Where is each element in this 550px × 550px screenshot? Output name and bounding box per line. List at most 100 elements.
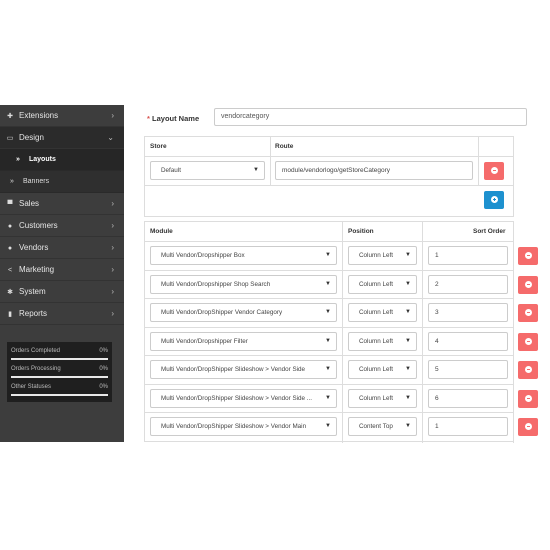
sidebar-item-label: Reports [19, 309, 48, 318]
stat-label: Orders Completed [11, 348, 61, 354]
puzzle-icon: ✚ [7, 113, 13, 120]
chevron-right-icon: › [111, 243, 114, 252]
route-input[interactable]: module/vendorlogo/getStoreCategory [275, 161, 473, 180]
minus-circle-icon [524, 366, 532, 373]
module-select-value: Multi Vendor/DropShipper Slideshow > Ven… [161, 394, 313, 402]
required-mark: * [147, 114, 150, 123]
add-route-button[interactable] [484, 191, 504, 209]
monitor-icon: ▭ [6, 135, 14, 142]
sidebar-item-design[interactable]: ▭ Design ⌄ [0, 127, 124, 149]
module-select-value: Multi Vendor/Dropshipper Box [161, 252, 245, 259]
stat-progress-bar [11, 358, 108, 360]
sidebar-subitem-layouts[interactable]: » Layouts [0, 149, 124, 171]
position-select[interactable]: Content Top ▼ [348, 417, 417, 436]
position-select-value: Column Left [359, 280, 393, 288]
sidebar-item-label: Customers [19, 221, 58, 230]
chevron-down-icon: ⌄ [107, 133, 114, 142]
sidebar-item-label: Vendors [19, 243, 49, 252]
position-select[interactable]: Column Left ▼ [348, 388, 417, 408]
remove-module-button[interactable] [518, 304, 538, 322]
module-select-value: Multi Vendor/DropShipper Slideshow > Ven… [161, 366, 306, 373]
module-select[interactable]: Multi Vendor/Dropshipper Box ▼ [150, 246, 337, 265]
caret-down-icon: ▼ [405, 394, 411, 401]
remove-module-button[interactable] [518, 332, 538, 351]
position-select-value: Column Left [359, 366, 393, 373]
stat-row: Orders Completed 0% [11, 345, 108, 363]
cart-icon: ▀ [7, 201, 13, 208]
position-select[interactable]: Column Left ▼ [348, 274, 417, 294]
sidebar-subitem-banners[interactable]: » Banners [0, 171, 124, 193]
remove-module-button[interactable] [518, 275, 538, 294]
remove-module-button[interactable] [518, 247, 538, 265]
position-select[interactable]: Column Left ▼ [348, 360, 417, 379]
module-select-value: Multi Vendor/DropShipper Slideshow > Ven… [161, 423, 307, 430]
sidebar-item-label: Design [19, 133, 44, 142]
module-select[interactable]: Multi Vendor/DropShipper Vendor Category… [150, 303, 337, 322]
caret-down-icon: ▼ [405, 309, 411, 315]
sidebar-item-marketing[interactable]: < Marketing › [0, 259, 124, 281]
sidebar-item-extensions[interactable]: ✚ Extensions › [0, 105, 124, 127]
sidebar: ✚ Extensions › ▭ Design ⌄ » Layouts » Banners ▀ Sal… [0, 105, 124, 442]
sort-order-input[interactable]: 6 [428, 388, 508, 408]
stat-row: Orders Processing 0% [11, 363, 108, 381]
minus-circle-icon [524, 337, 532, 345]
stat-label: Orders Processing [11, 366, 61, 372]
remove-route-button[interactable] [484, 162, 504, 180]
layout-name-input[interactable]: vendorcategory [214, 108, 527, 126]
stat-row: Other Statuses 0% [11, 381, 108, 399]
sort-order-input[interactable]: 1 [428, 417, 508, 436]
caret-down-icon: ▼ [325, 252, 331, 258]
sidebar-item-sales[interactable]: ▀ Sales › [0, 193, 124, 215]
sidebar-item-customers[interactable]: ● Customers › [0, 215, 124, 237]
sort-order-input[interactable]: 2 [428, 274, 508, 294]
position-select-value: Column Left [359, 337, 393, 345]
sidebar-item-system[interactable]: ✱ System › [0, 281, 124, 303]
store-select[interactable]: Default ▼ [150, 161, 265, 180]
caret-down-icon: ▼ [325, 309, 331, 315]
sort-order-input[interactable]: 4 [428, 331, 508, 351]
sort-order-header: Sort Order [473, 228, 506, 235]
module-select[interactable]: Multi Vendor/Dropshipper Shop Search ▼ [150, 274, 337, 294]
remove-module-button[interactable] [518, 418, 538, 436]
route-header: Route [275, 143, 294, 150]
position-select-value: Column Left [359, 252, 393, 259]
caret-down-icon: ▼ [253, 167, 259, 173]
chevron-right-icon: › [111, 111, 114, 120]
double-chevron-right-icon: » [16, 156, 20, 163]
store-select-value: Default [161, 167, 181, 174]
position-select[interactable]: Column Left ▼ [348, 331, 417, 351]
module-select[interactable]: Multi Vendor/DropShipper Slideshow > Ven… [150, 360, 337, 379]
sort-order-input[interactable]: 3 [428, 303, 508, 322]
module-select[interactable]: Multi Vendor/DropShipper Slideshow > Ven… [150, 417, 337, 436]
stat-percent: 0% [99, 366, 108, 372]
remove-module-button[interactable] [518, 389, 538, 408]
caret-down-icon: ▼ [405, 252, 411, 258]
stat-progress-bar [11, 376, 108, 378]
sidebar-subitem-label: Layouts [29, 156, 56, 163]
sort-order-input[interactable]: 5 [428, 360, 508, 379]
module-select[interactable]: Multi Vendor/DropShipper Slideshow > Ven… [150, 388, 337, 408]
position-select[interactable]: Column Left ▼ [348, 303, 417, 322]
chevron-right-icon: › [111, 265, 114, 274]
share-icon: < [7, 267, 13, 274]
sidebar-item-label: Sales [19, 199, 40, 208]
minus-circle-icon [490, 167, 498, 174]
minus-circle-icon [524, 423, 532, 430]
caret-down-icon: ▼ [405, 280, 411, 287]
minus-circle-icon [524, 280, 532, 288]
sidebar-item-label: System [19, 287, 46, 296]
sidebar-item-label: Extensions [19, 111, 59, 120]
caret-down-icon: ▼ [325, 337, 331, 344]
position-select-value: Content Top [359, 423, 393, 430]
sidebar-item-reports[interactable]: ▮ Reports › [0, 303, 124, 325]
bar-chart-icon: ▮ [8, 311, 12, 318]
module-select[interactable]: Multi Vendor/Dropshipper Filter ▼ [150, 331, 337, 351]
remove-module-button[interactable] [518, 361, 538, 379]
sidebar-item-vendors[interactable]: ● Vendors › [0, 237, 124, 259]
module-table: Module Position Sort Order Multi Vendor/… [144, 221, 538, 443]
position-select[interactable]: Column Left ▼ [348, 246, 417, 265]
caret-down-icon: ▼ [405, 337, 411, 344]
sort-order-input[interactable]: 1 [428, 246, 508, 265]
caret-down-icon: ▼ [405, 423, 411, 429]
user-icon: ● [7, 223, 13, 230]
